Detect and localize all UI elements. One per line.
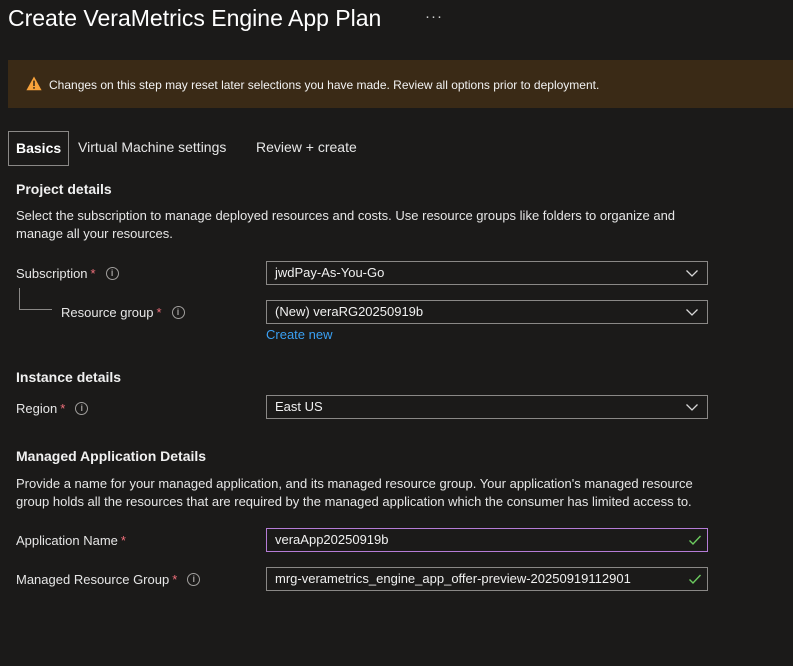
info-icon[interactable]: i bbox=[105, 267, 119, 281]
more-options-button[interactable]: ··· bbox=[425, 8, 443, 25]
chevron-down-icon bbox=[686, 270, 698, 277]
required-mark: * bbox=[156, 305, 162, 320]
tab-virtual-machine-settings[interactable]: Virtual Machine settings bbox=[78, 131, 226, 164]
region-value: East US bbox=[275, 399, 323, 414]
subscription-dropdown[interactable]: jwdPay-As-You-Go bbox=[266, 261, 708, 285]
page-title: Create VeraMetrics Engine App Plan bbox=[8, 5, 382, 31]
tree-connector bbox=[19, 288, 20, 309]
required-mark: * bbox=[120, 533, 126, 548]
tab-basics[interactable]: Basics bbox=[8, 131, 70, 166]
application-name-input[interactable]: veraApp20250919b bbox=[266, 528, 708, 552]
tab-review-create[interactable]: Review + create bbox=[256, 131, 357, 164]
region-label: Region * i bbox=[16, 401, 89, 416]
warning-text: Changes on this step may reset later sel… bbox=[49, 78, 600, 92]
project-details-heading: Project details bbox=[16, 181, 112, 197]
subscription-value: jwdPay-As-You-Go bbox=[275, 265, 385, 280]
managed-resource-group-label: Managed Resource Group * i bbox=[16, 572, 201, 587]
resource-group-label: Resource group * i bbox=[61, 305, 185, 320]
managed-app-details-description: Provide a name for your managed applicat… bbox=[16, 476, 693, 509]
project-details-description: Select the subscription to manage deploy… bbox=[16, 208, 676, 241]
warning-icon bbox=[26, 76, 42, 91]
required-mark: * bbox=[90, 266, 96, 281]
instance-details-heading: Instance details bbox=[16, 369, 122, 385]
warning-banner: Changes on this step may reset later sel… bbox=[8, 60, 793, 108]
managed-app-details-heading: Managed Application Details bbox=[16, 448, 207, 464]
info-icon[interactable]: i bbox=[187, 573, 201, 587]
managed-resource-group-input[interactable]: mrg-verametrics_engine_app_offer-preview… bbox=[266, 567, 708, 591]
subscription-label: Subscription * i bbox=[16, 266, 119, 281]
resource-group-dropdown[interactable]: (New) veraRG20250919b bbox=[266, 300, 708, 324]
create-new-link[interactable]: Create new bbox=[266, 327, 332, 342]
managed-resource-group-value: mrg-verametrics_engine_app_offer-preview… bbox=[275, 571, 631, 586]
checkmark-icon bbox=[689, 535, 702, 546]
application-name-value: veraApp20250919b bbox=[275, 532, 389, 547]
checkmark-icon bbox=[689, 574, 702, 585]
resource-group-value: (New) veraRG20250919b bbox=[275, 304, 424, 319]
required-mark: * bbox=[60, 401, 66, 416]
chevron-down-icon bbox=[686, 404, 698, 411]
info-icon[interactable]: i bbox=[171, 306, 185, 320]
application-name-label: Application Name * bbox=[16, 533, 126, 548]
chevron-down-icon bbox=[686, 309, 698, 316]
required-mark: * bbox=[172, 572, 178, 587]
info-icon[interactable]: i bbox=[75, 402, 89, 416]
region-dropdown[interactable]: East US bbox=[266, 395, 708, 419]
tree-connector bbox=[19, 309, 52, 310]
